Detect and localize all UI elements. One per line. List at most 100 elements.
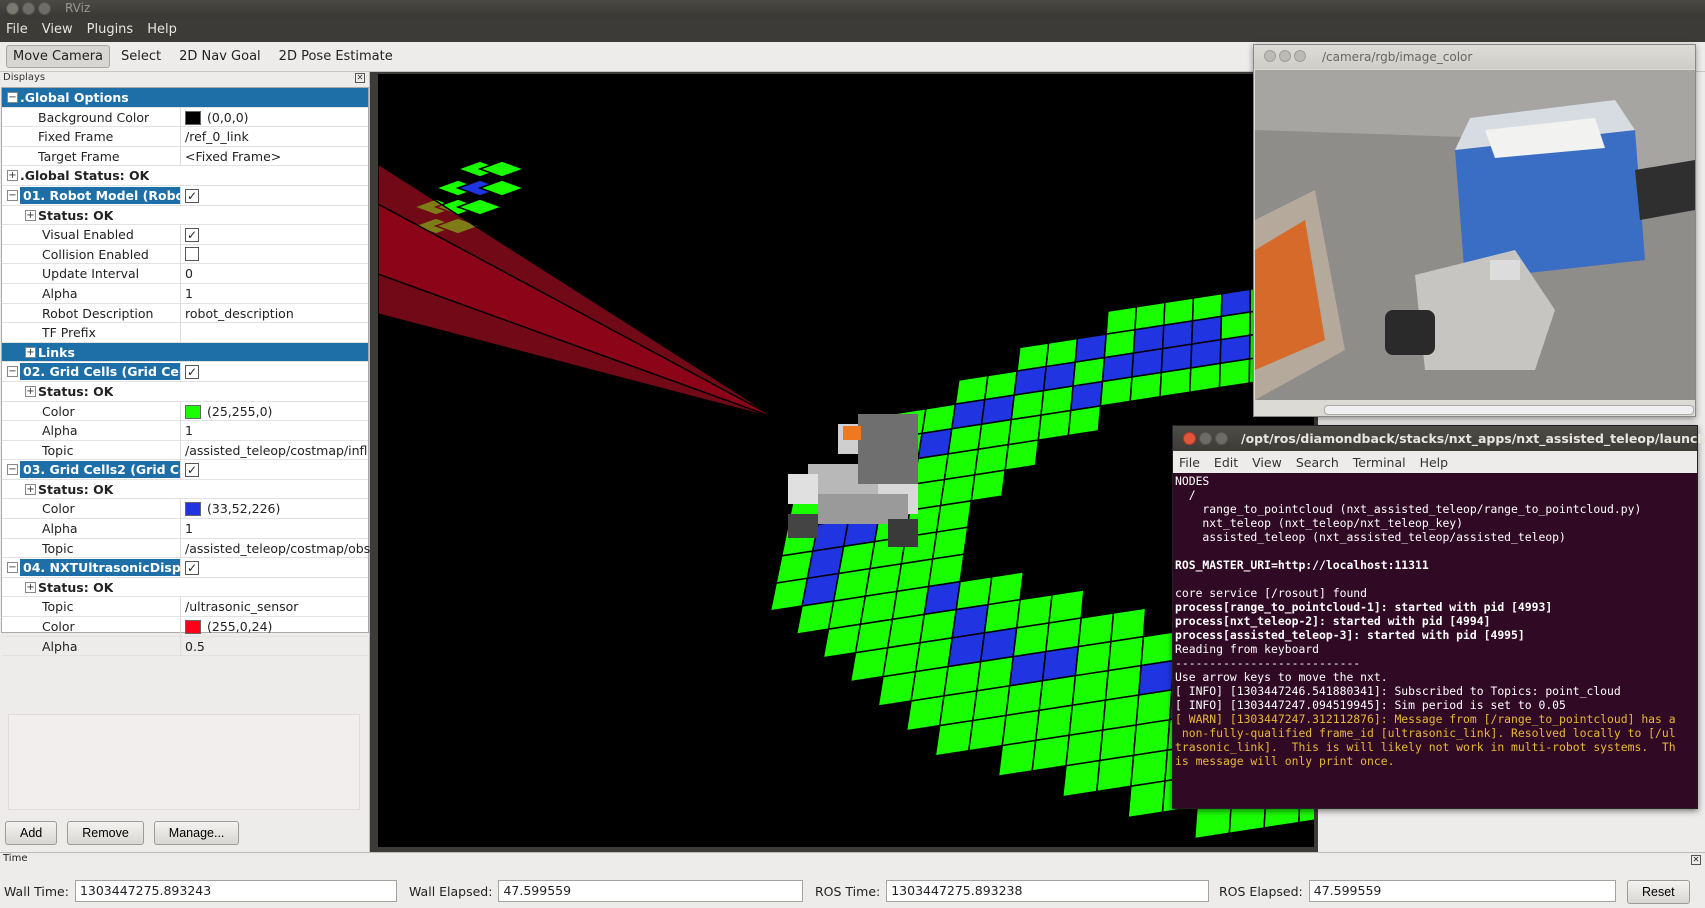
display-row[interactable]: + Status: OK — [2, 578, 368, 598]
display-row[interactable]: Robot Description robot_description — [2, 303, 370, 324]
color-swatch[interactable] — [185, 502, 201, 517]
display-row-value[interactable] — [180, 323, 370, 343]
display-row[interactable]: Alpha 1 — [2, 421, 368, 441]
display-row-value[interactable]: ✓ — [180, 185, 370, 205]
remove-button[interactable]: Remove — [67, 821, 144, 845]
move-camera-tool[interactable]: Move Camera — [6, 45, 111, 68]
display-row-value[interactable]: ✓ — [180, 362, 370, 382]
display-row-value[interactable]: ✓ — [180, 225, 370, 245]
enable-checkbox[interactable]: ✓ — [185, 188, 199, 203]
display-row[interactable]: Alpha 0.5 — [2, 636, 370, 657]
display-row[interactable]: + Status: OK — [2, 382, 368, 402]
display-row[interactable]: Topic/ultrasonic_sensor — [2, 597, 370, 618]
reset-button[interactable]: Reset — [1627, 880, 1690, 904]
display-row-value[interactable]: (25,255,0) — [180, 401, 370, 421]
close-icon[interactable] — [1264, 50, 1276, 62]
close-icon[interactable] — [1183, 432, 1196, 445]
display-row[interactable]: −04. NXTUltrasonicDisplay ✓ — [2, 558, 368, 578]
display-row[interactable]: Color (33,52,226) — [2, 499, 370, 520]
display-row-value[interactable]: /ultrasonic_sensor — [180, 597, 370, 617]
collapse-icon[interactable]: − — [7, 366, 18, 378]
display-row[interactable]: − .Global Options — [2, 88, 368, 108]
enable-checkbox[interactable]: ✓ — [185, 561, 199, 576]
display-row-value[interactable]: robot_description — [180, 303, 370, 323]
maximize-icon[interactable] — [1215, 432, 1228, 445]
display-row[interactable]: −01. Robot Model (Robot ✓ — [2, 185, 370, 206]
display-row-value[interactable]: /assisted_teleop/costmap/infl — [180, 440, 370, 460]
display-row[interactable]: + .Global Status: OK — [2, 166, 368, 186]
display-row-value[interactable]: 1 — [180, 519, 370, 539]
display-row[interactable]: TF Prefix — [2, 323, 368, 343]
display-row[interactable]: + Status: OK — [2, 206, 368, 226]
display-row[interactable]: −03. Grid Cells2 (Grid Cells) ✓ — [2, 460, 368, 480]
terminal-menu-help[interactable]: Help — [1420, 455, 1449, 470]
display-row-value[interactable]: 0 — [180, 264, 370, 284]
wall-elapsed-field[interactable]: 47.599559 — [498, 880, 804, 902]
ros-elapsed-field[interactable]: 47.599559 — [1308, 880, 1616, 902]
wall-time-field[interactable]: 1303447275.893243 — [74, 880, 397, 902]
close-icon[interactable]: ✕ — [1691, 855, 1701, 865]
display-row[interactable]: + Status: OK — [2, 480, 368, 500]
display-row-value[interactable]: /assisted_teleop/costmap/obs — [180, 538, 370, 558]
enable-checkbox[interactable]: ✓ — [185, 463, 199, 478]
terminal-menu-file[interactable]: File — [1179, 455, 1200, 470]
terminal-output[interactable]: NODES / range_to_pointcloud (nxt_assiste… — [1174, 474, 1696, 808]
display-row-value[interactable]: /ref_0_link — [180, 127, 370, 147]
display-row[interactable]: Alpha 1 — [2, 283, 368, 304]
camera-scrollbar[interactable] — [1324, 405, 1694, 415]
display-row-value[interactable]: <Fixed Frame> — [180, 146, 370, 166]
expand-icon[interactable]: + — [7, 170, 18, 182]
display-row[interactable]: Target Frame <Fixed Frame> — [2, 146, 370, 167]
display-row[interactable]: Topic/assisted_teleop/costmap/infl — [2, 440, 370, 461]
minimize-icon[interactable] — [1279, 50, 1291, 62]
expand-icon[interactable]: + — [25, 209, 36, 221]
display-row-value[interactable]: 0.5 — [180, 636, 370, 656]
display-row[interactable]: Topic/assisted_teleop/costmap/obs — [2, 538, 370, 559]
color-swatch[interactable] — [185, 620, 201, 635]
display-row[interactable]: + Links — [2, 342, 368, 363]
terminal-menu-terminal[interactable]: Terminal — [1353, 455, 1406, 470]
minimize-icon[interactable] — [22, 2, 35, 15]
select-tool[interactable]: Select — [114, 45, 168, 68]
display-row-value[interactable]: ✓ — [180, 558, 370, 578]
display-row[interactable]: Color (25,255,0) — [2, 401, 370, 422]
display-row[interactable]: Update Interval 0 — [2, 264, 368, 284]
display-row[interactable]: Collision Enabled — [2, 244, 370, 265]
collapse-icon[interactable]: − — [7, 189, 18, 201]
collapse-icon[interactable]: − — [7, 562, 18, 574]
expand-icon[interactable]: + — [25, 483, 36, 495]
display-row-value[interactable]: ✓ — [180, 460, 370, 480]
expand-icon[interactable]: + — [25, 581, 36, 593]
enable-checkbox[interactable]: ✓ — [185, 365, 199, 380]
terminal-window[interactable]: /opt/ros/diamondback/stacks/nxt_apps/nxt… — [1172, 425, 1705, 809]
maximize-icon[interactable] — [38, 2, 51, 15]
display-row-value[interactable]: 1 — [180, 421, 370, 441]
collapse-icon[interactable]: − — [7, 92, 18, 103]
ros-time-field[interactable]: 1303447275.893238 — [886, 880, 1210, 902]
menu-view[interactable]: View — [42, 22, 73, 37]
display-row-value[interactable]: (0,0,0) — [180, 107, 370, 127]
menu-help[interactable]: Help — [147, 22, 177, 37]
display-row-value[interactable] — [180, 244, 370, 264]
color-swatch[interactable] — [185, 110, 201, 125]
minimize-icon[interactable] — [1199, 432, 1212, 445]
terminal-menu-search[interactable]: Search — [1296, 455, 1339, 470]
terminal-menu-view[interactable]: View — [1252, 455, 1282, 470]
close-icon[interactable]: ✕ — [355, 73, 365, 83]
display-row-value[interactable]: (33,52,226) — [180, 499, 370, 519]
menu-plugins[interactable]: Plugins — [87, 22, 134, 37]
display-row[interactable]: Fixed Frame/ref_0_link — [2, 127, 368, 147]
expand-icon[interactable]: + — [25, 385, 36, 397]
menu-file[interactable]: File — [6, 22, 28, 37]
camera-image-window[interactable]: /camera/rgb/image_color — [1253, 44, 1696, 417]
display-row[interactable]: Color (255,0,24) — [2, 617, 368, 637]
manage-button[interactable]: Manage... — [153, 821, 240, 845]
pose-estimate-tool[interactable]: 2D Pose Estimate — [272, 45, 400, 68]
maximize-icon[interactable] — [1294, 50, 1306, 62]
enable-checkbox[interactable]: ✓ — [185, 228, 199, 243]
display-row-value[interactable]: (255,0,24) — [180, 617, 370, 637]
display-row[interactable]: −02. Grid Cells (Grid Cells) ✓ — [2, 362, 368, 382]
displays-tree[interactable]: − .Global Options Background Color (0,0,0) F… — [1, 87, 370, 657]
display-row[interactable]: Visual Enabled ✓ — [2, 225, 368, 245]
collapse-icon[interactable]: − — [7, 464, 18, 476]
